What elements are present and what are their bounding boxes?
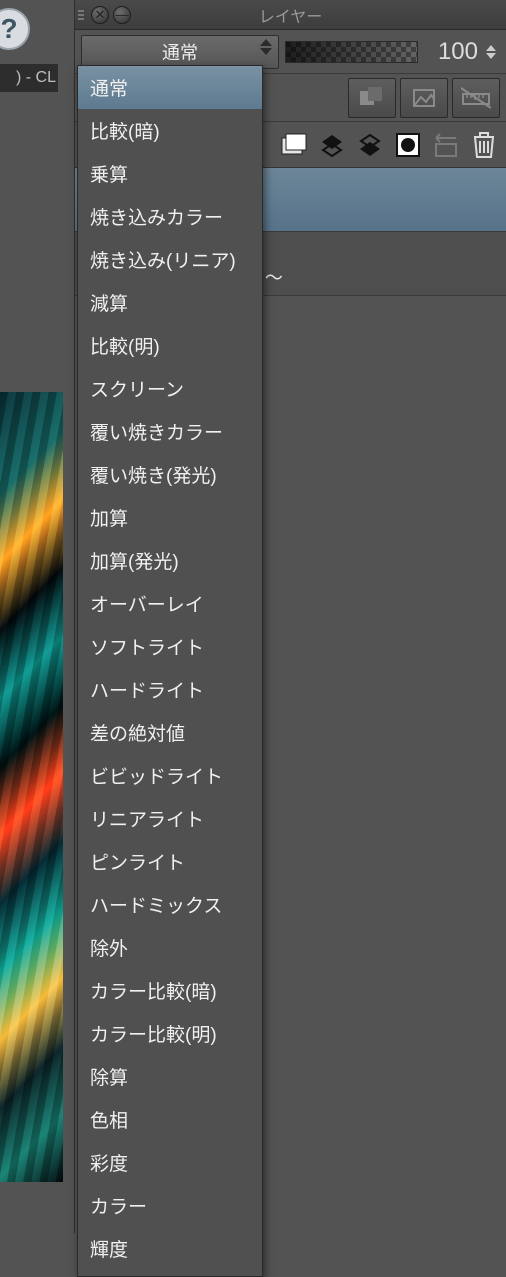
blend-mode-popup[interactable]: 通常比較(暗)乗算焼き込みカラー焼き込み(リニア)減算比較(明)スクリーン覆い焼… xyxy=(77,65,263,1277)
blend-mode-option[interactable]: カラー比較(明) xyxy=(78,1012,262,1055)
opacity-slider[interactable] xyxy=(285,41,418,63)
blend-mode-option[interactable]: 輝度 xyxy=(78,1227,262,1270)
merge-icon xyxy=(432,132,460,158)
dropdown-arrows-icon xyxy=(260,39,274,55)
blend-mode-option[interactable]: 加算(発光) xyxy=(78,539,262,582)
opacity-stepper[interactable] xyxy=(486,45,500,59)
trash-icon xyxy=(472,131,496,159)
ruler-icon xyxy=(461,86,491,110)
blend-mode-option[interactable]: 焼き込みカラー xyxy=(78,195,262,238)
blend-mode-option[interactable]: ハードミックス xyxy=(78,883,262,926)
blend-mode-option[interactable]: ソフトライト xyxy=(78,625,262,668)
ruler-layer-button[interactable] xyxy=(452,78,500,118)
layer-down-button[interactable] xyxy=(354,128,386,162)
blend-mode-option[interactable]: リニアライト xyxy=(78,797,262,840)
blend-mode-option[interactable]: ハードライト xyxy=(78,668,262,711)
blend-mode-option[interactable]: カラー比較(暗) xyxy=(78,969,262,1012)
layer-down-icon xyxy=(357,132,383,158)
delete-layer-button[interactable] xyxy=(468,128,500,162)
mask-button[interactable] xyxy=(392,128,424,162)
blend-mode-option[interactable]: オーバーレイ xyxy=(78,582,262,625)
panel-titlebar[interactable]: ✕ — レイヤー xyxy=(75,0,506,30)
blend-mode-option[interactable]: カラー xyxy=(78,1184,262,1227)
blend-mode-option[interactable]: ピンライト xyxy=(78,840,262,883)
clip-icon xyxy=(358,87,386,109)
blend-mode-dropdown[interactable]: 通常 xyxy=(81,35,279,69)
layer-up-button[interactable] xyxy=(316,128,348,162)
help-glyph: ? xyxy=(0,13,17,45)
new-layer-button[interactable] xyxy=(278,128,310,162)
reference-icon xyxy=(411,87,437,109)
blend-mode-option[interactable]: スクリーン xyxy=(78,367,262,410)
layer-up-icon xyxy=(319,132,345,158)
blend-mode-option[interactable]: 加算 xyxy=(78,496,262,539)
blend-mode-option[interactable]: 覆い焼きカラー xyxy=(78,410,262,453)
merge-button[interactable] xyxy=(430,128,462,162)
minimize-icon: — xyxy=(116,8,129,21)
blend-mode-option[interactable]: 色相 xyxy=(78,1098,262,1141)
panel-close-button[interactable]: ✕ xyxy=(91,6,109,24)
blend-mode-option[interactable]: 通常 xyxy=(78,66,262,109)
mask-icon xyxy=(395,132,421,158)
chevron-up-icon xyxy=(486,45,496,51)
blend-mode-option[interactable]: 覆い焼き(発光) xyxy=(78,453,262,496)
panel-minimize-button[interactable]: — xyxy=(113,6,131,24)
blend-mode-option[interactable]: 減算 xyxy=(78,281,262,324)
blend-mode-option[interactable]: 比較(明) xyxy=(78,324,262,367)
panel-title: レイヤー xyxy=(75,3,506,27)
help-button[interactable]: ? xyxy=(0,8,30,50)
blend-mode-option[interactable]: 除算 xyxy=(78,1055,262,1098)
blend-mode-option[interactable]: 焼き込み(リニア) xyxy=(78,238,262,281)
blend-mode-option[interactable]: 除外 xyxy=(78,926,262,969)
blend-mode-option[interactable]: 差の絶対値 xyxy=(78,711,262,754)
opacity-value[interactable]: 100 xyxy=(424,38,480,66)
reference-layer-button[interactable] xyxy=(400,78,448,118)
panel-grip-icon[interactable] xyxy=(75,0,87,29)
layers-panel: ✕ — レイヤー 通常 100 xyxy=(74,0,506,1233)
canvas-preview xyxy=(0,392,63,1182)
blend-mode-option[interactable]: 乗算 xyxy=(78,152,262,195)
window-title-fragment: ) - CL xyxy=(0,64,58,92)
clip-layer-button[interactable] xyxy=(348,78,396,118)
chevron-down-icon xyxy=(486,53,496,59)
close-icon: ✕ xyxy=(95,8,106,21)
blend-mode-option[interactable]: 彩度 xyxy=(78,1141,262,1184)
new-layer-icon xyxy=(280,132,308,158)
blend-mode-current: 通常 xyxy=(162,39,198,65)
blend-mode-option[interactable]: ビビッドライト xyxy=(78,754,262,797)
blend-mode-option[interactable]: 比較(暗) xyxy=(78,109,262,152)
